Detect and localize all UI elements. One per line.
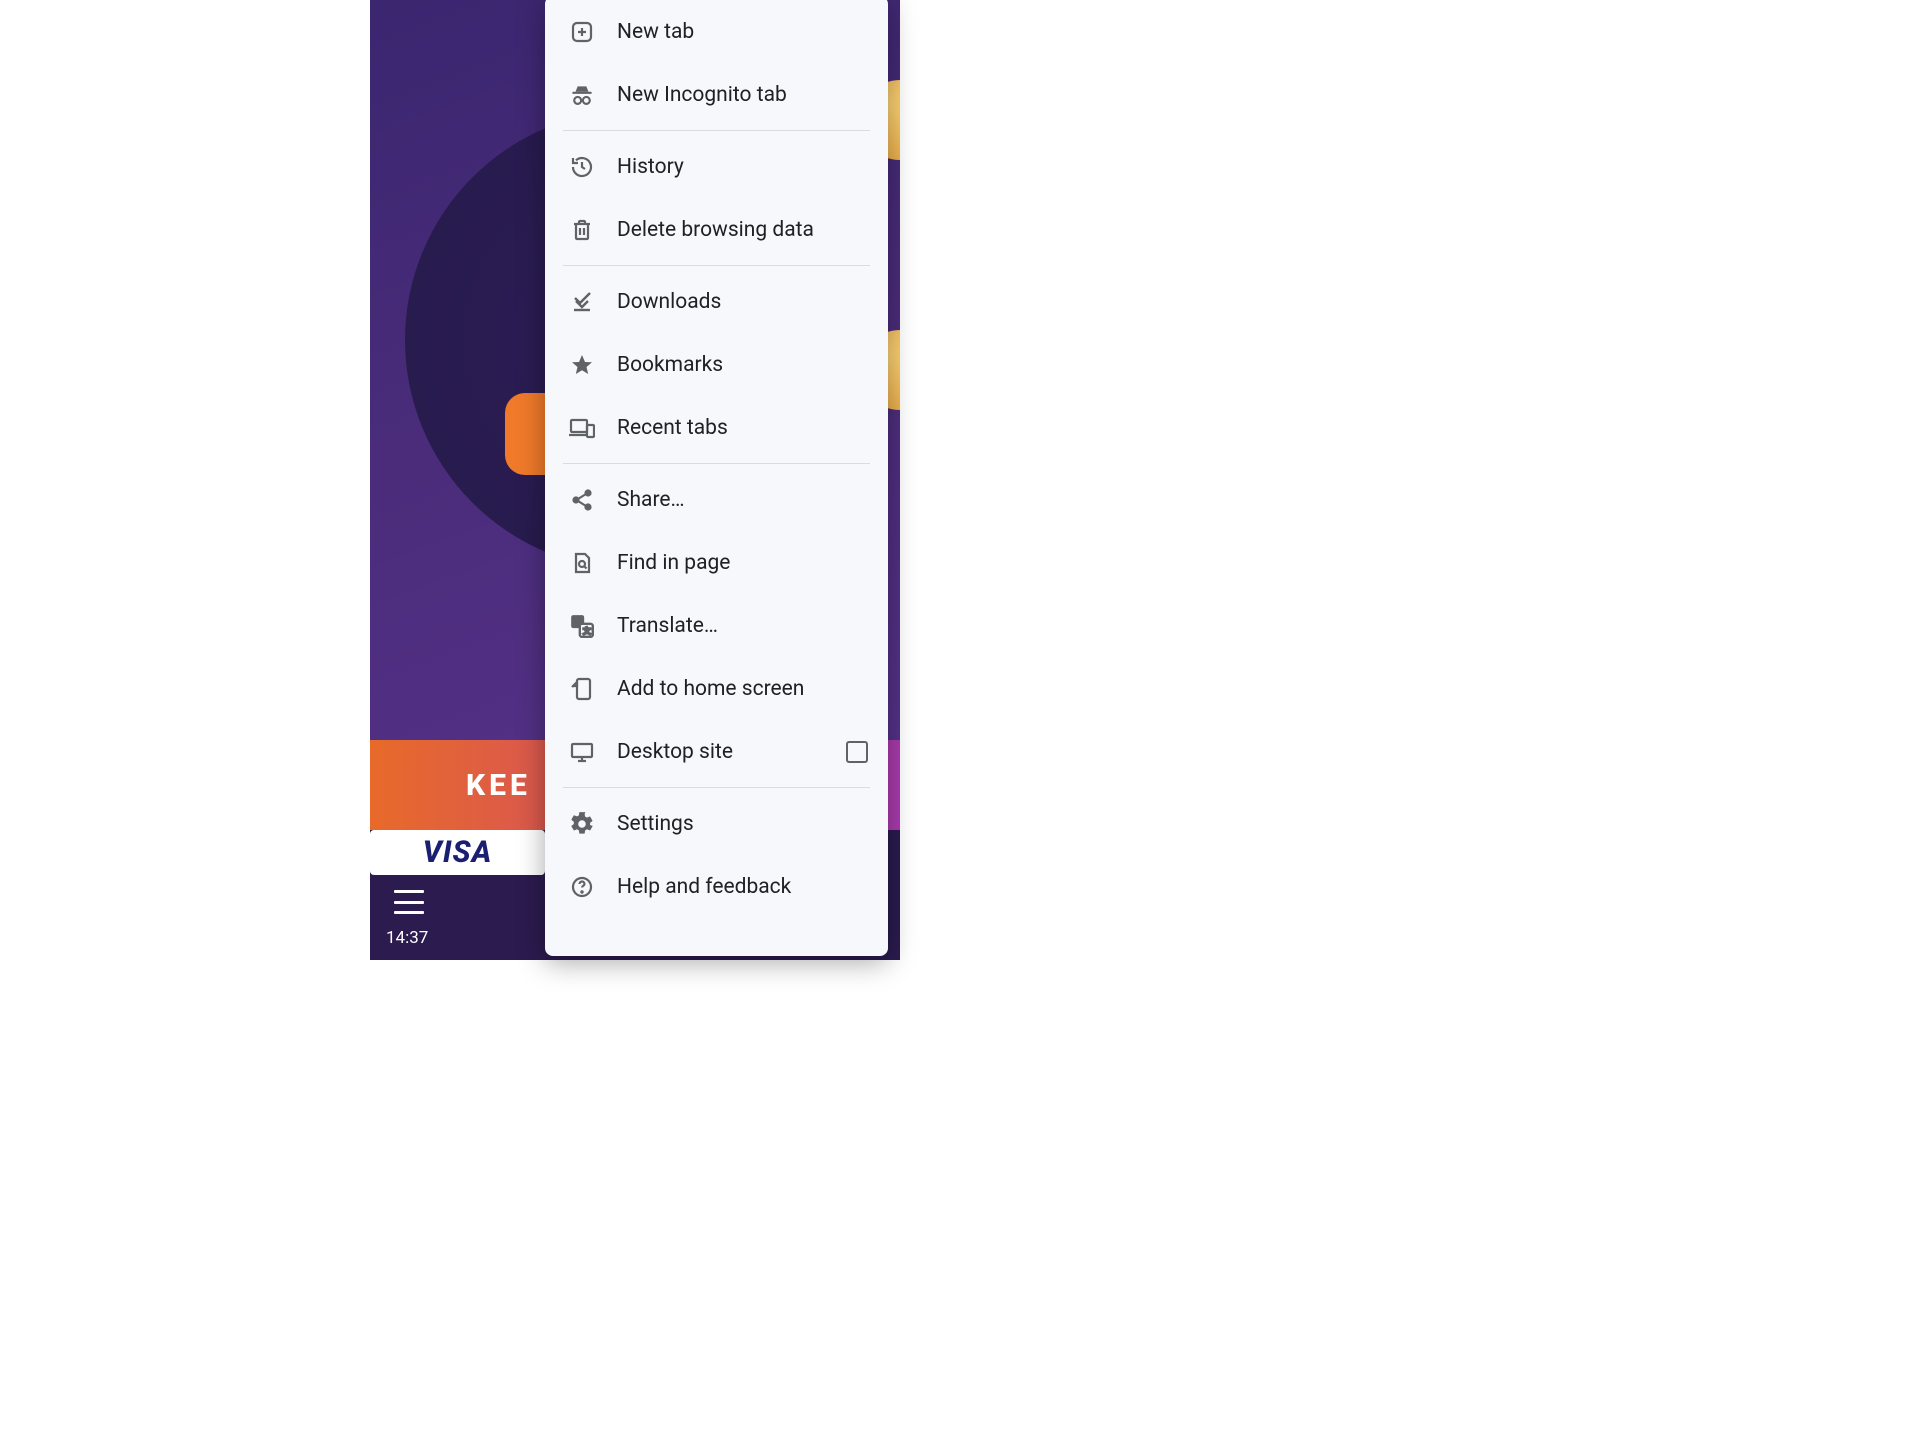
menu-label: Desktop site	[617, 740, 733, 764]
translate-icon: G文	[569, 613, 595, 639]
menu-item-find[interactable]: Find in page	[545, 531, 888, 594]
star-icon	[569, 352, 595, 378]
menu-label: Translate…	[617, 614, 718, 638]
share-icon	[569, 487, 595, 513]
menu-label: New Incognito tab	[617, 83, 787, 107]
menu-item-settings[interactable]: Settings	[545, 792, 888, 855]
visa-text: VISA	[423, 835, 493, 870]
menu-label: Find in page	[617, 551, 730, 575]
add-home-icon	[569, 676, 595, 702]
menu-label: New tab	[617, 20, 694, 44]
menu-label: Bookmarks	[617, 353, 723, 377]
menu-divider	[563, 787, 870, 788]
menu-divider	[563, 265, 870, 266]
visa-card-logo: VISA	[370, 830, 545, 875]
menu-item-desktop-site[interactable]: Desktop site	[545, 720, 888, 783]
menu-label: Settings	[617, 812, 694, 836]
menu-label: Delete browsing data	[617, 218, 814, 242]
menu-label: Share…	[617, 488, 685, 512]
devices-icon	[569, 415, 595, 441]
menu-item-bookmarks[interactable]: Bookmarks	[545, 333, 888, 396]
history-icon	[569, 154, 595, 180]
menu-item-delete-data[interactable]: Delete browsing data	[545, 198, 888, 261]
chrome-overflow-menu: New tab New Incognito tab History Delete…	[545, 0, 888, 956]
menu-divider	[563, 130, 870, 131]
menu-label: History	[617, 155, 684, 179]
menu-item-add-home[interactable]: Add to home screen	[545, 657, 888, 720]
desktop-icon	[569, 739, 595, 765]
menu-divider	[563, 463, 870, 464]
svg-text:G: G	[574, 617, 580, 627]
trash-icon	[569, 217, 595, 243]
menu-label: Downloads	[617, 290, 721, 314]
menu-label: Add to home screen	[617, 677, 804, 701]
keep-banner-text: KEE	[466, 768, 531, 803]
gear-icon	[569, 811, 595, 837]
svg-text:文: 文	[583, 625, 591, 635]
menu-label: Recent tabs	[617, 416, 728, 440]
help-icon	[569, 874, 595, 900]
menu-item-incognito[interactable]: New Incognito tab	[545, 63, 888, 126]
plus-square-icon	[569, 19, 595, 45]
menu-item-new-tab[interactable]: New tab	[545, 0, 888, 63]
menu-item-share[interactable]: Share…	[545, 468, 888, 531]
menu-item-history[interactable]: History	[545, 135, 888, 198]
menu-item-recent-tabs[interactable]: Recent tabs	[545, 396, 888, 459]
desktop-site-checkbox[interactable]	[846, 741, 868, 763]
download-icon	[569, 289, 595, 315]
hamburger-menu-button[interactable]	[394, 890, 424, 914]
incognito-icon	[569, 82, 595, 108]
menu-label: Help and feedback	[617, 875, 791, 899]
find-page-icon	[569, 550, 595, 576]
menu-item-translate[interactable]: G文 Translate…	[545, 594, 888, 657]
status-bar-clock: 14:37	[386, 928, 428, 948]
menu-item-downloads[interactable]: Downloads	[545, 270, 888, 333]
menu-item-help[interactable]: Help and feedback	[545, 855, 888, 918]
